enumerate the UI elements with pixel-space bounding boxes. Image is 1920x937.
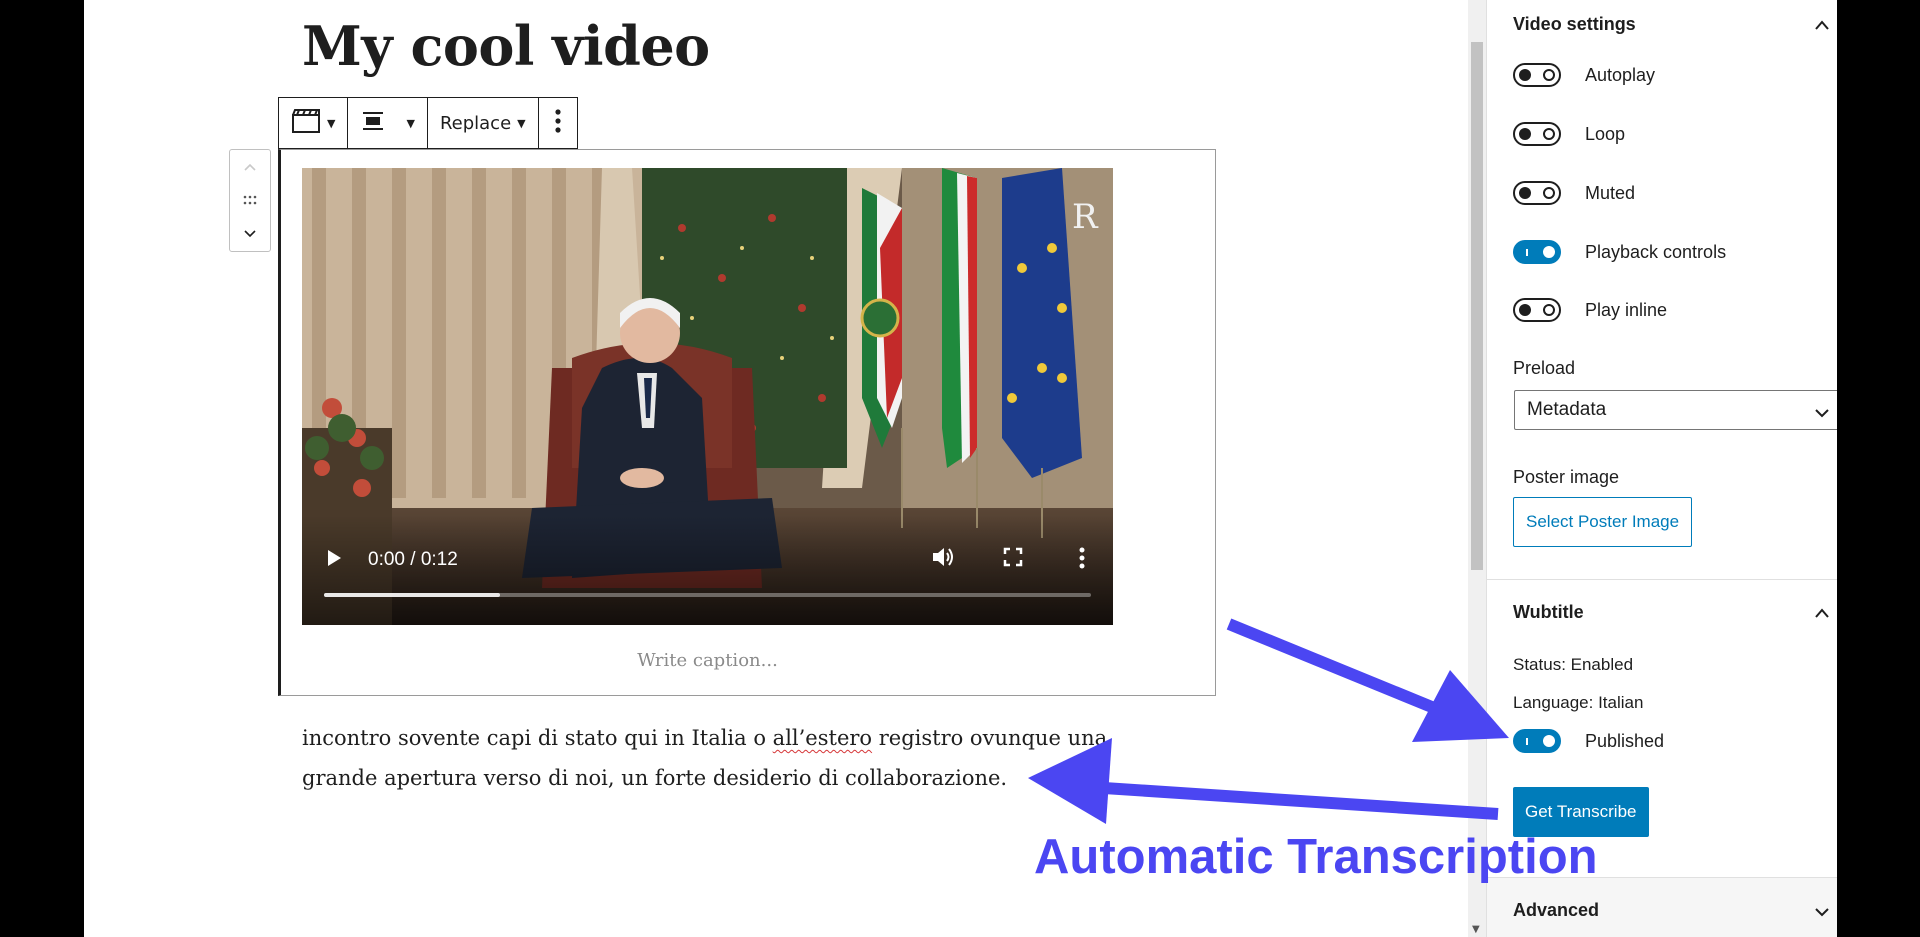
advanced-panel-header[interactable]: Advanced: [1487, 877, 1837, 937]
arrow-to-published-toggle: [1226, 618, 1509, 742]
play-icon[interactable]: [324, 547, 344, 573]
preload-select[interactable]: Metadata: [1514, 390, 1837, 430]
svg-text:R: R: [1072, 197, 1099, 237]
drag-handle-icon[interactable]: [235, 186, 265, 214]
caret-down-icon: ▼: [406, 116, 415, 130]
muted-switch[interactable]: [1513, 181, 1561, 205]
video-progress-fill: [324, 593, 501, 597]
chevron-up-icon[interactable]: [1814, 16, 1830, 35]
scroll-down-icon[interactable]: ▼: [1472, 924, 1480, 935]
chevron-up-icon[interactable]: [1814, 604, 1830, 623]
autoplay-switch[interactable]: [1513, 63, 1561, 87]
more-vertical-icon: [555, 108, 561, 139]
more-group: [539, 98, 577, 148]
playback-controls-switch[interactable]: [1513, 240, 1561, 264]
video-controls: 0:00 / 0:12: [302, 515, 1113, 625]
caret-down-icon: ▼: [327, 116, 336, 130]
replace-button[interactable]: Replace ▼: [428, 98, 538, 148]
preload-value: Metadata: [1527, 399, 1607, 420]
toggle-loop[interactable]: Loop: [1513, 119, 1625, 149]
autoplay-label: Autoplay: [1585, 64, 1656, 85]
toggle-autoplay[interactable]: Autoplay: [1513, 60, 1655, 90]
replace-group: Replace ▼: [428, 98, 539, 148]
post-title[interactable]: My cool video: [302, 14, 710, 78]
wubtitle-title[interactable]: Wubtitle: [1513, 602, 1584, 623]
block-type-group: ▼: [279, 98, 349, 148]
settings-sidebar: Video settings Autoplay Loop Muted Playb…: [1486, 0, 1837, 937]
toggle-muted[interactable]: Muted: [1513, 178, 1635, 208]
move-down-icon[interactable]: [235, 220, 265, 248]
align-group: ▼: [348, 98, 428, 148]
block-mover: [229, 149, 271, 252]
toggle-play-inline[interactable]: Play inline: [1513, 295, 1667, 325]
video-progress-bar[interactable]: [324, 593, 1091, 597]
loop-label: Loop: [1585, 123, 1626, 144]
paragraph-text-start: incontro sovente capi di stato qui in It…: [302, 726, 773, 750]
more-options-button[interactable]: [539, 98, 577, 148]
chevron-down-icon: [1814, 403, 1830, 425]
preload-label: Preload: [1513, 358, 1576, 378]
fullscreen-icon[interactable]: [1003, 547, 1023, 571]
wubtitle-status: Status: Enabled: [1513, 655, 1634, 674]
video-time: 0:00 / 0:12: [368, 549, 458, 570]
published-switch[interactable]: [1513, 729, 1561, 753]
caret-down-icon: ▼: [517, 116, 526, 130]
move-up-icon[interactable]: [235, 153, 265, 181]
loop-switch[interactable]: [1513, 122, 1561, 146]
replace-label: Replace: [439, 112, 512, 134]
wubtitle-language: Language: Italian: [1513, 693, 1644, 712]
align-button[interactable]: ▼: [348, 98, 426, 148]
annotation-label: Automatic Transcription: [1034, 830, 1598, 884]
poster-image-label: Poster image: [1513, 467, 1620, 487]
published-label: Published: [1585, 730, 1665, 751]
toggle-published[interactable]: Published: [1513, 726, 1664, 756]
misspelled-word: all’estero: [772, 726, 873, 750]
video-settings-title[interactable]: Video settings: [1513, 14, 1636, 35]
transcription-paragraph[interactable]: incontro sovente capi di stato qui in It…: [302, 718, 1142, 798]
play-inline-label: Play inline: [1585, 299, 1668, 320]
scrollbar-thumb[interactable]: [1471, 42, 1483, 570]
video-player[interactable]: R 0:00 / 0:12: [302, 168, 1113, 625]
block-toolbar: ▼ ▼ Replace ▼: [278, 97, 578, 149]
advanced-title: Advanced: [1513, 900, 1600, 920]
editor-scrollbar[interactable]: ▼: [1468, 0, 1486, 937]
block-type-button[interactable]: ▼: [279, 98, 347, 148]
align-center-icon: [360, 110, 386, 137]
play-inline-switch[interactable]: [1513, 298, 1561, 322]
toggle-playback-controls[interactable]: Playback controls: [1513, 237, 1726, 267]
editor-frame: My cool video ▼ ▼ Replace ▼ R 0:00 / 0:1…: [84, 0, 1837, 937]
video-more-icon[interactable]: [1079, 547, 1085, 573]
select-poster-image-button[interactable]: Select Poster Image: [1513, 497, 1693, 547]
playback-controls-label: Playback controls: [1585, 241, 1727, 262]
video-icon: [291, 108, 321, 139]
muted-label: Muted: [1585, 182, 1636, 203]
chevron-down-icon: [1814, 903, 1830, 922]
volume-icon[interactable]: [931, 545, 957, 573]
panel-divider: [1487, 579, 1837, 580]
caption-placeholder[interactable]: Write caption...: [302, 650, 1113, 671]
